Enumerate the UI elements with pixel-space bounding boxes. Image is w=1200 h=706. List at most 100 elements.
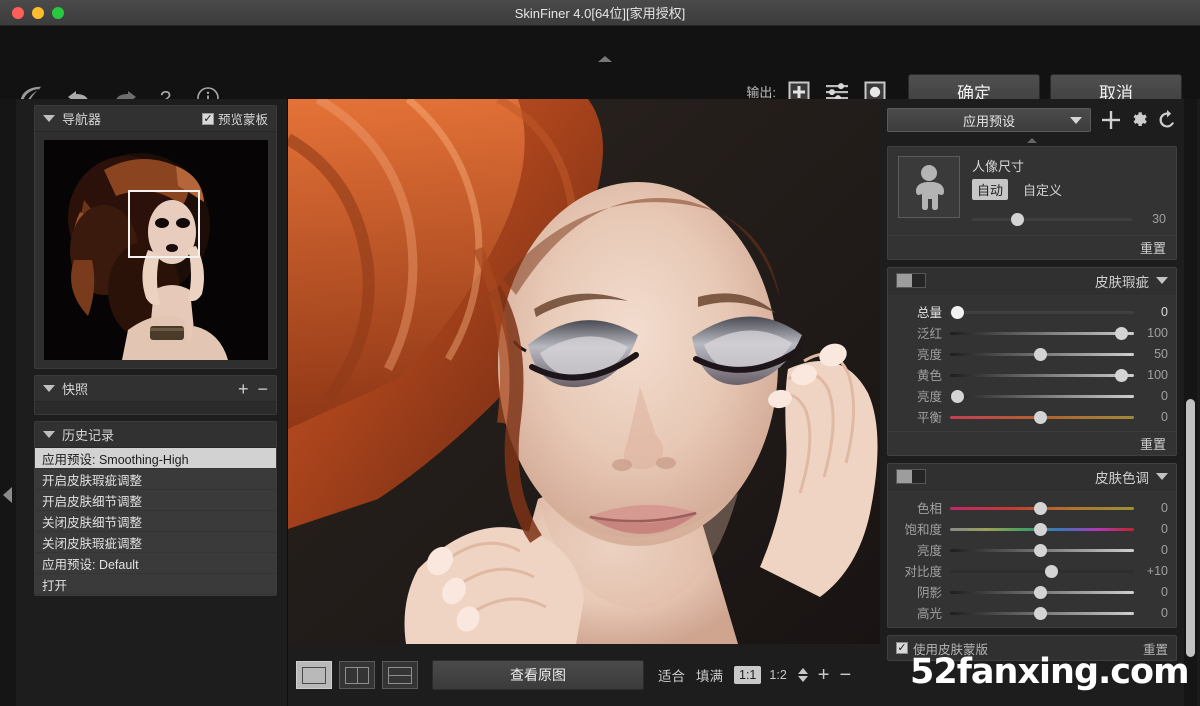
history-item[interactable]: 开启皮肤瑕疵调整	[35, 469, 276, 490]
portrait-size-section: 人像尺寸 自动 自定义 30 重置	[887, 146, 1177, 260]
skin-blemish-reset-button[interactable]: 重置	[888, 431, 1176, 455]
slider-total[interactable]	[950, 304, 1134, 320]
zoom-fit-button[interactable]: 适合	[658, 665, 685, 685]
skin-blemish-toggle[interactable]	[896, 273, 926, 288]
skin-mask-checkbox[interactable]: ✓	[896, 642, 908, 654]
slider-row-yellow: 黄色 100	[896, 364, 1168, 385]
slider-knob[interactable]	[951, 390, 964, 403]
slider-brightness-2[interactable]	[950, 388, 1134, 404]
chevron-down-icon[interactable]	[1156, 473, 1168, 480]
left-collapse-strip[interactable]	[0, 99, 16, 706]
scrollbar-thumb[interactable]	[1186, 399, 1195, 657]
slider-hue[interactable]	[950, 500, 1134, 516]
history-item[interactable]: 关闭皮肤瑕疵调整	[35, 532, 276, 553]
slider-contrast[interactable]	[950, 563, 1134, 579]
slider-value: 0	[1134, 305, 1168, 319]
snapshot-header[interactable]: 快照 + −	[35, 376, 276, 402]
zoom-in-button[interactable]: +	[818, 665, 830, 685]
panel-collapse-up-icon[interactable]	[1027, 138, 1037, 143]
slider-knob[interactable]	[1034, 348, 1047, 361]
slider-knob[interactable]	[1034, 586, 1047, 599]
slider-knob[interactable]	[1034, 607, 1047, 620]
slider-value: 0	[1134, 501, 1168, 515]
slider-luminance[interactable]	[950, 542, 1134, 558]
portrait-size-value: 30	[1132, 212, 1166, 226]
navigator-title: 导航器	[62, 109, 101, 128]
history-item[interactable]: 开启皮肤细节调整	[35, 490, 276, 511]
zoom-1-1-button[interactable]: 1:1	[734, 666, 761, 684]
slider-row-highlights: 高光 0	[896, 602, 1168, 623]
slider-label: 色相	[896, 498, 942, 517]
slider-knob[interactable]	[1034, 411, 1047, 424]
slider-label: 总量	[896, 302, 942, 321]
zoom-1-2-button[interactable]: 1:2	[769, 668, 786, 682]
snapshot-body	[35, 402, 276, 414]
navigator-body	[35, 132, 276, 368]
split-vertical-icon[interactable]	[339, 661, 375, 689]
split-horizontal-icon[interactable]	[382, 661, 418, 689]
stepper-up-icon[interactable]	[798, 668, 808, 674]
snapshot-add-button[interactable]: +	[238, 380, 249, 398]
gear-icon[interactable]	[1129, 110, 1149, 130]
slider-knob[interactable]	[1115, 369, 1128, 382]
apply-preset-dropdown[interactable]: 应用预设	[887, 108, 1091, 132]
history-header[interactable]: 历史记录	[35, 422, 276, 448]
slider-knob[interactable]	[1045, 565, 1058, 578]
portrait-reset-button[interactable]: 重置	[888, 235, 1176, 259]
single-view-icon[interactable]	[296, 661, 332, 689]
slider-value: 0	[1134, 543, 1168, 557]
right-panel: 应用预设	[880, 99, 1184, 706]
slider-knob[interactable]	[1034, 544, 1047, 557]
slider-knob[interactable]	[951, 306, 964, 319]
slider-value: 50	[1134, 347, 1168, 361]
slider-balance[interactable]	[950, 409, 1134, 425]
triangle-down-icon[interactable]	[43, 115, 55, 122]
triangle-down-icon[interactable]	[43, 431, 55, 438]
portrait-mode-custom[interactable]: 自定义	[1018, 179, 1067, 200]
person-icon[interactable]	[898, 156, 960, 218]
navigator-thumbnail[interactable]	[44, 140, 268, 360]
chevron-down-icon[interactable]	[1156, 277, 1168, 284]
slider-value: 0	[1134, 585, 1168, 599]
history-item[interactable]: 打开	[35, 574, 276, 595]
zoom-fill-button[interactable]: 填满	[696, 665, 723, 685]
plus-icon[interactable]	[1101, 110, 1121, 130]
slider-highlights[interactable]	[950, 605, 1134, 621]
slider-row-redness: 泛红 100	[896, 322, 1168, 343]
slider-knob[interactable]	[1034, 523, 1047, 536]
slider-knob[interactable]	[1011, 213, 1024, 226]
portrait-size-title: 人像尺寸	[972, 156, 1166, 175]
image-canvas[interactable]	[288, 99, 880, 644]
slider-shadows[interactable]	[950, 584, 1134, 600]
history-item[interactable]: 应用预设: Smoothing-High	[35, 448, 276, 469]
slider-yellow[interactable]	[950, 367, 1134, 383]
preview-mask-checkbox[interactable]: ✓ 预览蒙板	[202, 109, 268, 128]
slider-knob[interactable]	[1034, 502, 1047, 515]
chevron-up-icon[interactable]	[598, 56, 612, 62]
slider-saturation[interactable]	[950, 521, 1134, 537]
zoom-stepper[interactable]	[798, 668, 808, 682]
skin-tone-toggle[interactable]	[896, 469, 926, 484]
slider-knob[interactable]	[1115, 327, 1128, 340]
refresh-icon[interactable]	[1157, 110, 1177, 130]
zoom-out-button[interactable]: −	[839, 665, 851, 685]
slider-row-luminance: 亮度 0	[896, 539, 1168, 560]
slider-value: 0	[1134, 410, 1168, 424]
portrait-mode-auto[interactable]: 自动	[972, 179, 1008, 200]
portrait-size-slider[interactable]	[972, 211, 1132, 227]
view-original-button[interactable]: 查看原图	[432, 660, 644, 690]
collapse-left-arrow-icon[interactable]	[3, 487, 12, 503]
navigator-header[interactable]: 导航器 ✓ 预览蒙板	[35, 106, 276, 132]
snapshot-remove-button[interactable]: −	[257, 380, 268, 398]
bottom-toolbar: 查看原图 适合 填满 1:1 1:2 + −	[288, 644, 880, 706]
triangle-down-icon[interactable]	[43, 385, 55, 392]
stepper-down-icon[interactable]	[798, 676, 808, 682]
slider-brightness-1[interactable]	[950, 346, 1134, 362]
slider-redness[interactable]	[950, 325, 1134, 341]
history-item[interactable]: 关闭皮肤细节调整	[35, 511, 276, 532]
preset-row: 应用预设	[887, 105, 1177, 135]
right-panel-scrollbar[interactable]	[1184, 99, 1197, 706]
top-toolbar: ? 输出:	[0, 26, 1200, 99]
history-item[interactable]: 应用预设: Default	[35, 553, 276, 574]
navigator-selection-rect[interactable]	[128, 190, 200, 258]
